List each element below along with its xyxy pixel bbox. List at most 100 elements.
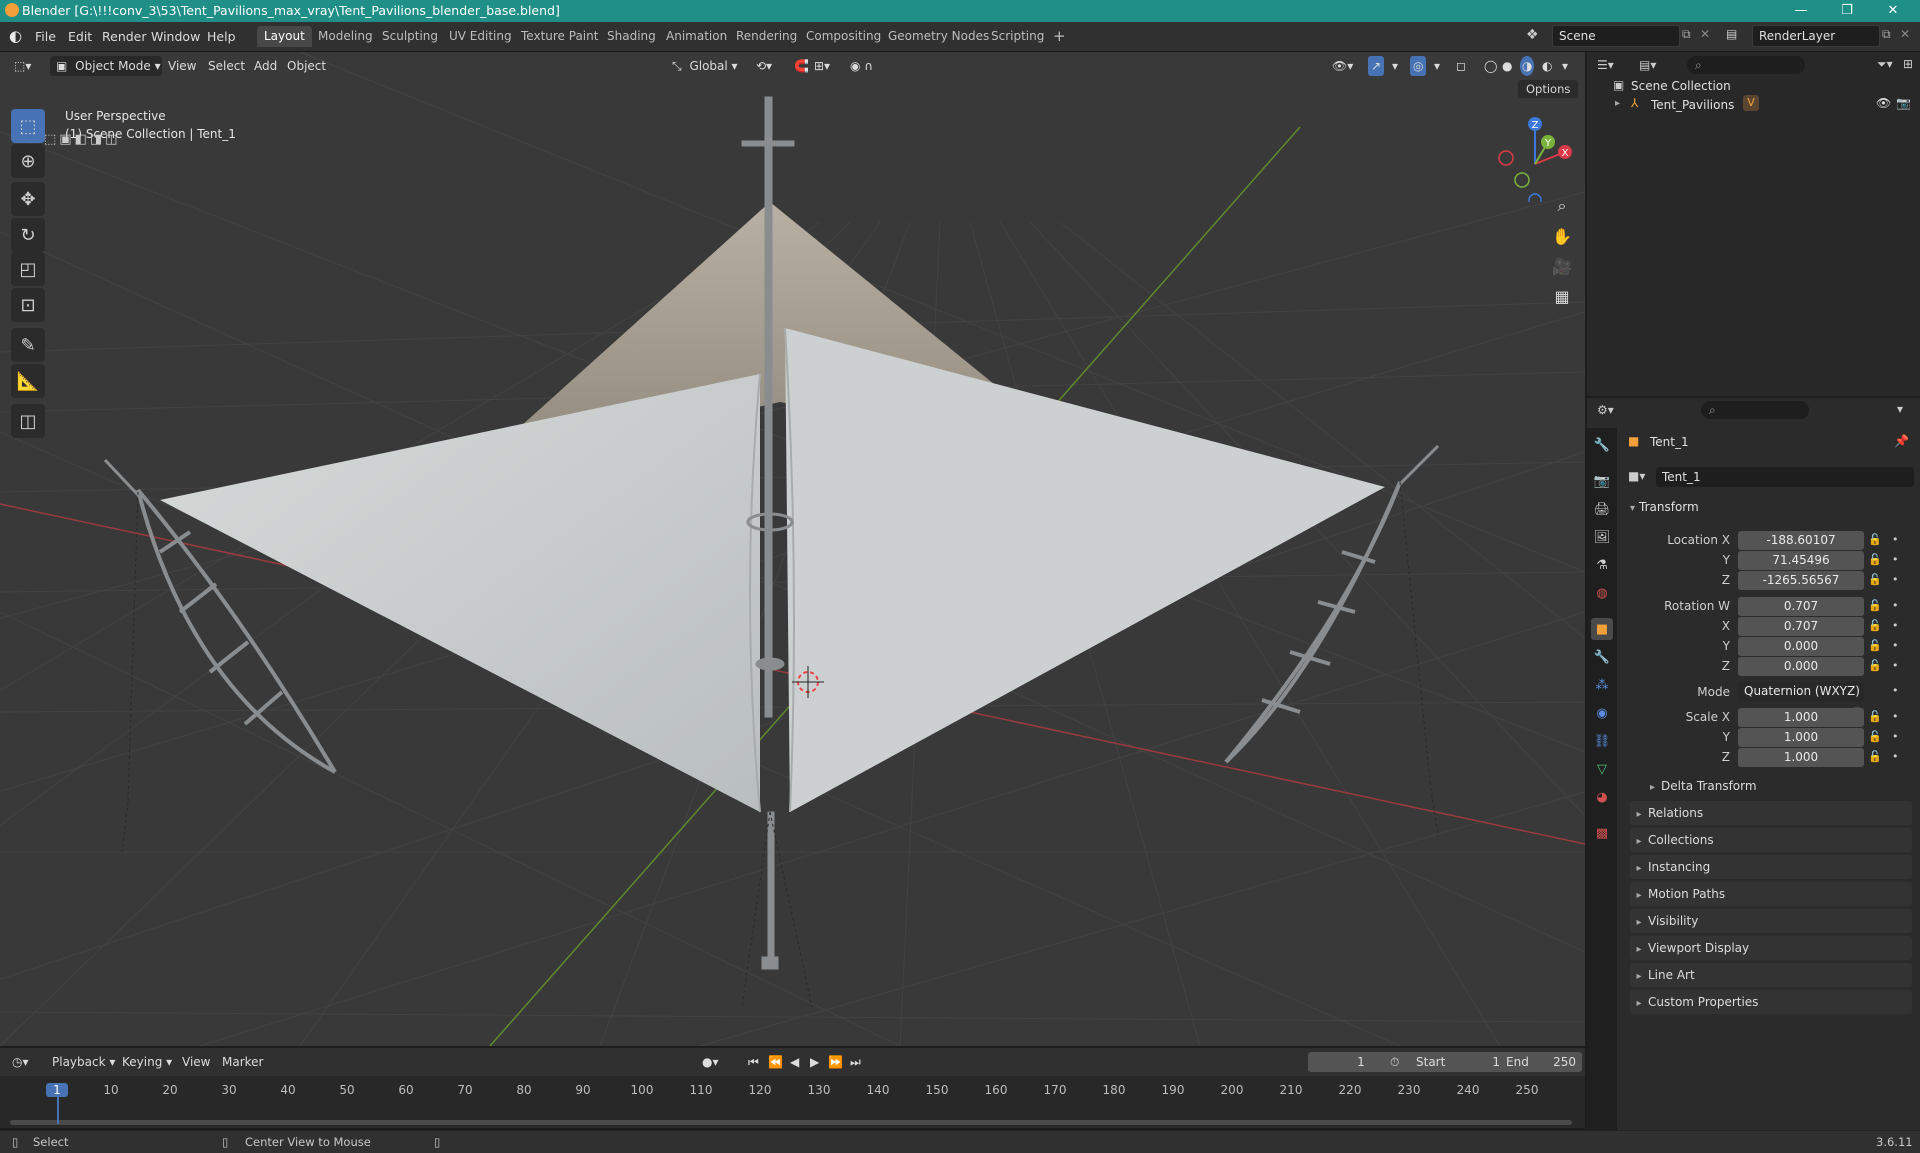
tab-uv-editing[interactable]: UV Editing xyxy=(442,26,519,47)
scene-collection-label[interactable]: Scene Collection xyxy=(1631,79,1731,93)
pan-hand-icon[interactable]: ✋ xyxy=(1548,222,1576,250)
close-button[interactable]: ✕ xyxy=(1870,0,1916,22)
timeline-menu-marker[interactable]: Marker xyxy=(222,1052,263,1072)
transform-orientation-selector[interactable]: ⤡ Global ▾ xyxy=(672,56,746,76)
tab-layout[interactable]: Layout xyxy=(257,26,312,47)
transform-tool[interactable]: ⊡ xyxy=(11,288,45,322)
location-z-field[interactable]: -1265.56567 xyxy=(1738,571,1864,590)
tab-modeling[interactable]: Modeling xyxy=(311,26,380,47)
scale-y-field[interactable]: 1.000 xyxy=(1738,728,1864,747)
gizmo-dropdown-icon[interactable]: ▾ xyxy=(1392,56,1398,76)
lock-icon[interactable]: 🔓 xyxy=(1868,619,1882,632)
tab-scripting[interactable]: Scripting xyxy=(984,26,1051,47)
zoom-icon[interactable]: ⌕ xyxy=(1548,192,1576,220)
properties-search-input[interactable]: ⌕ xyxy=(1701,401,1809,419)
lock-icon[interactable]: 🔓 xyxy=(1868,553,1882,566)
lock-icon[interactable]: 🔓 xyxy=(1868,599,1882,612)
tab-sculpting[interactable]: Sculpting xyxy=(375,26,445,47)
lock-icon[interactable]: 🔓 xyxy=(1868,750,1882,763)
rotate-tool[interactable]: ↻ xyxy=(11,218,45,252)
keyframe-dot-icon[interactable]: • xyxy=(1892,730,1899,743)
navigation-gizmo[interactable]: Z X Y xyxy=(1490,112,1580,202)
solid-shading-icon[interactable]: ● xyxy=(1502,56,1512,76)
viewport-menu-object[interactable]: Object xyxy=(287,56,326,76)
timeline-menu-view[interactable]: View xyxy=(182,1052,210,1072)
outliner-display-mode-icon[interactable]: ▤▾ xyxy=(1639,58,1656,72)
shading-dropdown-icon[interactable]: ▾ xyxy=(1562,56,1568,76)
jump-end-icon[interactable]: ⏭ xyxy=(850,1052,861,1072)
tab-geometry-nodes[interactable]: Geometry Nodes xyxy=(881,26,996,47)
snap-icon[interactable]: 🧲 xyxy=(794,56,809,76)
timeline-editor-icon[interactable]: ◷▾ xyxy=(12,1052,29,1072)
blender-menu-icon[interactable]: ◐ xyxy=(9,27,22,45)
location-x-field[interactable]: -188.60107 xyxy=(1738,531,1864,550)
gizmo-toggle-icon[interactable]: ↗ xyxy=(1368,56,1385,76)
ortho-grid-icon[interactable]: ▦ xyxy=(1548,282,1576,310)
panel-instancing[interactable]: ▸ Instancing xyxy=(1630,855,1912,879)
end-frame-field[interactable]: End 250 xyxy=(1500,1052,1582,1072)
tab-rendering[interactable]: Rendering xyxy=(729,26,804,47)
new-layer-icon[interactable]: ⧉ xyxy=(1882,27,1891,42)
jump-keyframe-back-icon[interactable]: ⏪ xyxy=(768,1052,783,1072)
render-layer-field[interactable]: RenderLayer xyxy=(1752,25,1880,47)
material-tab-icon[interactable]: ◕ xyxy=(1591,786,1613,808)
world-tab-icon[interactable]: ◍ xyxy=(1591,582,1613,604)
filter-icon[interactable]: ⏷▾ xyxy=(1877,57,1893,72)
scene-selector-icon[interactable]: ❖ xyxy=(1526,27,1539,43)
lock-icon[interactable]: 🔓 xyxy=(1868,730,1882,743)
front-canopy-right[interactable] xyxy=(785,328,1385,812)
tab-shading[interactable]: Shading xyxy=(600,26,663,47)
add-workspace-button[interactable]: + xyxy=(1046,26,1073,47)
mode-selector[interactable]: ▣ Object Mode ▾ xyxy=(50,56,162,76)
front-canopy-left[interactable] xyxy=(160,374,760,812)
options-button[interactable]: Options xyxy=(1518,80,1579,98)
physics-tab-icon[interactable]: ◉ xyxy=(1591,702,1613,724)
tab-texture-paint[interactable]: Texture Paint xyxy=(514,26,605,47)
object-tab-icon[interactable]: ■ xyxy=(1591,618,1613,640)
render-tab-icon[interactable]: 📷 xyxy=(1591,470,1613,492)
keyframe-dot-icon[interactable]: • xyxy=(1892,639,1899,652)
transform-panel-header[interactable]: ▾ Transform xyxy=(1630,500,1699,514)
menu-edit[interactable]: Edit xyxy=(68,29,92,44)
camera-view-icon[interactable]: 🎥 xyxy=(1548,252,1576,280)
play-icon[interactable]: ▶ xyxy=(810,1052,819,1072)
menu-window[interactable]: Window xyxy=(151,29,200,44)
render-camera-icon[interactable]: 📷 xyxy=(1896,96,1911,110)
editor-type-icon[interactable]: ⬚▾ xyxy=(14,56,31,76)
lock-icon[interactable]: 🔓 xyxy=(1868,533,1882,546)
snap-target-icon[interactable]: ⊞▾ xyxy=(814,56,830,76)
menu-help[interactable]: Help xyxy=(207,29,236,44)
rotation-y-field[interactable]: 0.000 xyxy=(1738,637,1864,656)
data-tab-icon[interactable]: ▽ xyxy=(1591,758,1613,780)
pivot-point-icon[interactable]: ⟲▾ xyxy=(756,56,772,76)
panel-collections[interactable]: ▸ Collections xyxy=(1630,828,1912,852)
keyframe-dot-icon[interactable]: • xyxy=(1892,533,1899,546)
jump-start-icon[interactable]: ⏮ xyxy=(748,1052,759,1072)
scene-name-field[interactable]: Scene xyxy=(1552,25,1680,47)
keyframe-dot-icon[interactable]: • xyxy=(1892,599,1899,612)
properties-options-icon[interactable]: ▾ xyxy=(1897,402,1903,416)
keyframe-dot-icon[interactable]: • xyxy=(1892,659,1899,672)
wireframe-shading-icon[interactable]: ◯ xyxy=(1484,56,1497,76)
record-keyframe-icon[interactable]: ●▾ xyxy=(702,1052,719,1072)
panel-motion-paths[interactable]: ▸ Motion Paths xyxy=(1630,882,1912,906)
add-cube-tool[interactable]: ◫ xyxy=(11,404,45,438)
xray-toggle-icon[interactable]: ◻ xyxy=(1456,56,1466,76)
object-name-field[interactable]: Tent_1 xyxy=(1656,467,1914,487)
proportional-edit-icon[interactable]: ◉ ∩ xyxy=(850,56,873,76)
timeline-menu-playback[interactable]: Playback ▾ xyxy=(52,1052,115,1072)
keyframe-dot-icon[interactable]: • xyxy=(1892,684,1899,697)
annotate-tool[interactable]: ✎ xyxy=(11,328,45,362)
output-tab-icon[interactable]: 🖨 xyxy=(1591,498,1613,520)
tool-tab-icon[interactable]: 🔧 xyxy=(1591,434,1613,456)
viewport-menu-select[interactable]: Select xyxy=(208,56,245,76)
panel-viewport-display[interactable]: ▸ Viewport Display xyxy=(1630,936,1912,960)
cursor-tool[interactable]: ⊕ xyxy=(11,144,45,178)
tab-animation[interactable]: Animation xyxy=(659,26,734,47)
constraints-tab-icon[interactable]: ⛓ xyxy=(1591,730,1613,752)
overlay-toggle-icon[interactable]: ◎ xyxy=(1410,56,1427,76)
rotation-mode-select[interactable]: Quaternion (WXYZ) ▾ xyxy=(1738,682,1864,717)
menu-file[interactable]: File xyxy=(35,29,56,44)
keyframe-dot-icon[interactable]: • xyxy=(1892,750,1899,763)
overlay-dropdown-icon[interactable]: ▾ xyxy=(1434,56,1440,76)
